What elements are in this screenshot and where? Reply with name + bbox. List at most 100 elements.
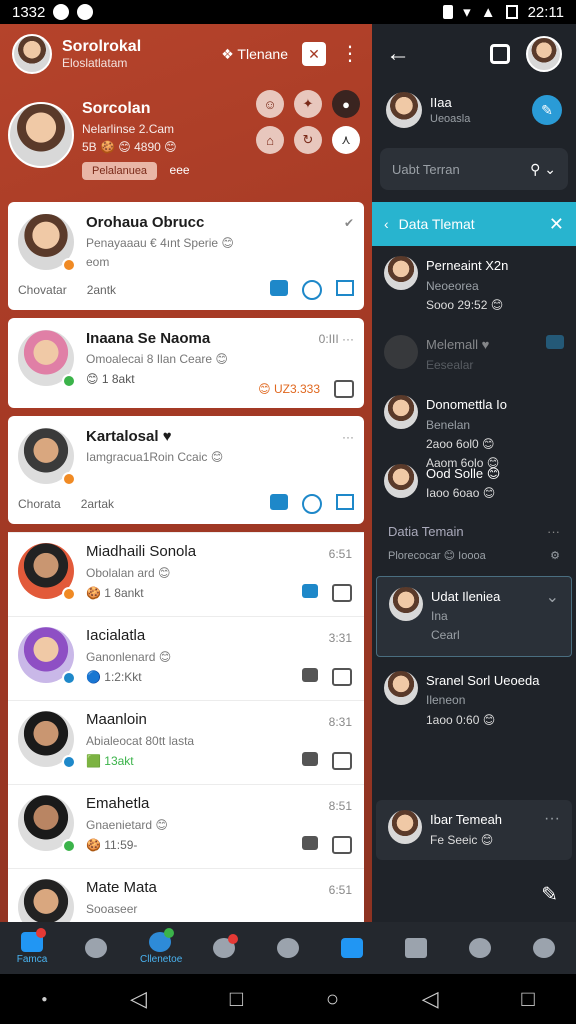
contact-message: Iamgracua1Roin Ccaic 😊	[86, 450, 224, 464]
contact-message: Gnaenietard 😊	[86, 818, 168, 832]
nav-store[interactable]: Cllenetoe	[140, 927, 183, 965]
refresh-icon[interactable]: ↻	[294, 126, 322, 154]
group-icon[interactable]: ●	[332, 90, 360, 118]
account-icon	[533, 938, 555, 958]
edit-icon[interactable]: ✎	[532, 95, 562, 125]
friend-name: Donomettla Io	[426, 397, 507, 413]
message-time: 0:III ···	[318, 332, 354, 346]
back-icon-2[interactable]: ◁	[422, 986, 439, 1012]
contact-name: Kartalosal ♥	[86, 428, 172, 445]
share-icon[interactable]: ⋏	[332, 126, 360, 154]
calendar-icon[interactable]	[336, 494, 354, 510]
profile-line-1: Nelarlinse 2.Cam	[82, 122, 175, 136]
image-icon[interactable]	[302, 836, 318, 850]
list-item[interactable]: Mate Mata Sooaseer 6:51	[8, 868, 364, 922]
list-item[interactable]: Iacialatla Ganonlenard 😊 🔵 1:2:Kkt 3:31	[8, 616, 364, 700]
send-icon[interactable]	[270, 494, 288, 510]
home-button-icon[interactable]: ○	[326, 986, 339, 1012]
friend-item[interactable]: Melemall ♥ Eesealar	[372, 325, 576, 385]
friend-item-selected[interactable]: Udat Ileniea Ina Cearl ⌄	[376, 575, 572, 657]
chevron-down-icon[interactable]: ⌄	[546, 587, 559, 646]
contact-meta: 🍪 1 8ankt	[86, 586, 144, 600]
profile-name: Sorcolan	[82, 100, 151, 117]
header-avatar[interactable]	[12, 34, 52, 74]
list-item[interactable]: Orohaua Obrucc Penayaaau € 4ınt Sperie 😊…	[8, 202, 364, 310]
more-icon[interactable]: ···	[342, 430, 354, 444]
back-arrow-icon[interactable]: ←	[386, 40, 410, 68]
recents-icon-2[interactable]: □	[521, 986, 534, 1012]
list-item[interactable]: Maanloin Abialeocat 80tt lasta 🟩 13akt 8…	[8, 700, 364, 784]
current-user-name: IIaa	[430, 95, 452, 110]
back-icon[interactable]: ◁	[130, 986, 147, 1012]
close-icon[interactable]: ✕	[302, 42, 326, 66]
friend-item[interactable]: Sranel Sorl Ueoeda Ileneon 1aoo 0:60 😊	[372, 661, 576, 740]
window-icon[interactable]	[490, 44, 510, 64]
profile-pill[interactable]: Pelalanuea	[82, 162, 158, 180]
recents-icon[interactable]: □	[230, 986, 243, 1012]
settings-icon[interactable]: ⚙	[550, 549, 560, 562]
list-item[interactable]: Emahetla Gnaenietard 😊 🍪 11:59- 8:51	[8, 784, 364, 868]
message-time: 8:51	[328, 799, 352, 813]
friend-sub: Eesealar	[426, 357, 474, 372]
emoji-icon[interactable]: ☺	[256, 90, 284, 118]
like-icon[interactable]	[332, 668, 352, 686]
list-item[interactable]: Miadhaili Sonola Obolalan ard 😊 🍪 1 8ank…	[8, 532, 364, 616]
section-title: Datia Temain	[388, 523, 464, 539]
search-icon[interactable]: ⚲ ⌄	[530, 161, 556, 178]
foot-label: Chovatar	[18, 283, 67, 297]
nav-profile[interactable]	[76, 938, 116, 958]
chevron-left-icon[interactable]: ‹	[384, 216, 389, 232]
bag-icon[interactable]	[334, 380, 354, 398]
files-icon	[341, 938, 363, 958]
friend-item[interactable]: Ibar Temeah Fe Seeic 😊 ···	[376, 800, 572, 860]
close-icon[interactable]: ✕	[549, 214, 564, 235]
section-sub: Plorecocar 😊 Ioooa ⚙	[372, 549, 576, 572]
nav-dot-icon: ●	[41, 993, 48, 1005]
image-icon[interactable]	[302, 584, 318, 598]
contact-message: Obolalan ard 😊	[86, 566, 171, 580]
contact-name: Miadhaili Sonola	[86, 543, 197, 560]
tool-icon[interactable]: ✦	[294, 90, 322, 118]
profile-avatar[interactable]	[8, 102, 74, 168]
timer-icon[interactable]	[302, 280, 322, 300]
friend-meta: Iaoo 6oao 😊	[426, 486, 496, 501]
list-item[interactable]: Kartalosal ♥ Iamgracua1Roin Ccaic 😊 ··· …	[8, 416, 364, 524]
nav-chat[interactable]	[460, 938, 500, 958]
nav-account[interactable]	[524, 938, 564, 958]
contact-avatar	[18, 795, 76, 853]
friend-name: Perneaint X2n	[426, 258, 509, 273]
nav-activity[interactable]	[204, 934, 244, 958]
nav-files[interactable]	[332, 938, 372, 958]
message-icon[interactable]	[546, 335, 564, 350]
nav-store-label: Cllenetoe	[140, 953, 183, 965]
foot-label: Chorata	[18, 497, 61, 511]
nav-gallery[interactable]	[396, 938, 436, 958]
message-time-label: 0:III	[318, 332, 339, 346]
timer-icon[interactable]	[302, 494, 322, 514]
image-icon[interactable]	[302, 668, 318, 682]
nav-home[interactable]: Famca	[12, 927, 52, 965]
home-icon[interactable]: ⌂	[256, 126, 284, 154]
image-icon[interactable]	[302, 752, 318, 766]
profile-more[interactable]: eee	[170, 163, 190, 177]
search-input[interactable]: Uabt Terran ⚲ ⌄	[380, 148, 568, 190]
friend-meta: 1aoo 0:60 😊	[426, 712, 496, 727]
more-icon[interactable]: ···	[547, 524, 560, 539]
calendar-icon[interactable]	[336, 280, 354, 296]
more-icon[interactable]: ⋮	[340, 44, 360, 64]
like-icon[interactable]	[332, 584, 352, 602]
send-icon[interactable]	[270, 280, 288, 296]
contact-name: Inaana Se Naoma	[86, 330, 211, 347]
nav-groups[interactable]	[268, 938, 308, 958]
like-icon[interactable]	[332, 836, 352, 854]
foot-count: 2antk	[86, 283, 117, 297]
list-item[interactable]: Inaana Se Naoma Omoalecai 8 Ilan Ceare 😊…	[8, 318, 364, 408]
notification-icon	[53, 4, 70, 20]
user-avatar[interactable]	[526, 36, 562, 72]
friend-item[interactable]: Perneaint X2n Neoeorea Sooo 29:52 😊	[372, 246, 576, 325]
like-icon[interactable]	[332, 752, 352, 770]
header-action[interactable]: ❖ Tlenane	[221, 46, 288, 63]
more-icon[interactable]: ···	[544, 810, 560, 850]
friend-name: Melemall ♥	[426, 337, 490, 353]
compose-icon[interactable]: ✎	[541, 882, 558, 907]
